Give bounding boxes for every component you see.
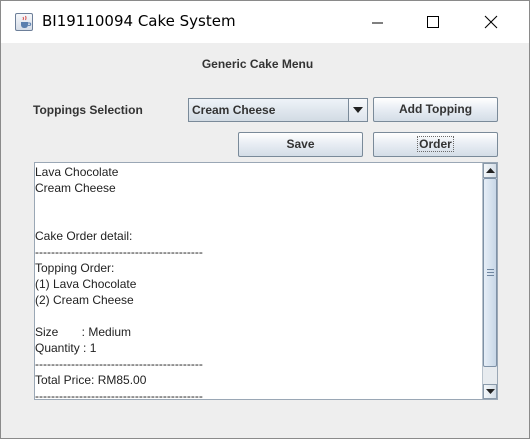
vertical-scrollbar[interactable] xyxy=(482,163,497,399)
order-output-textarea[interactable]: Lava Chocolate Cream Cheese Cake Order d… xyxy=(35,163,482,399)
output-line: ----------------------------------------… xyxy=(35,357,203,371)
content-panel: Generic Cake Menu Toppings Selection Cre… xyxy=(9,43,521,427)
output-line: Cake Order detail: xyxy=(35,229,133,243)
java-cup-icon xyxy=(15,13,33,31)
output-line: Total Price: RM85.00 xyxy=(35,373,147,387)
toppings-label: Toppings Selection xyxy=(33,103,143,117)
close-icon xyxy=(484,15,498,29)
menu-heading: Generic Cake Menu xyxy=(201,57,314,71)
window-title: BI19110094 Cake System xyxy=(42,12,236,30)
scrollbar-thumb[interactable] xyxy=(483,178,497,367)
chevron-down-icon xyxy=(353,107,363,113)
toppings-dropdown-value: Cream Cheese xyxy=(192,103,276,117)
title-bar[interactable]: BI19110094 Cake System xyxy=(1,1,529,43)
output-line: Size : Medium xyxy=(35,325,132,339)
output-line: Topping Order: xyxy=(35,261,115,275)
app-window: BI19110094 Cake System Generic Cake Menu… xyxy=(0,0,530,439)
close-button[interactable] xyxy=(463,1,519,43)
maximize-button[interactable] xyxy=(405,1,461,43)
toppings-dropdown-arrow[interactable] xyxy=(348,99,367,121)
arrow-down-icon xyxy=(486,389,495,394)
add-topping-button[interactable]: Add Topping xyxy=(373,97,498,122)
output-line: ----------------------------------------… xyxy=(35,389,203,399)
arrow-up-icon xyxy=(486,168,495,173)
output-line: Cream Cheese xyxy=(35,181,116,195)
order-button[interactable]: Order xyxy=(373,132,498,157)
output-line: Quantity : 1 xyxy=(35,341,97,355)
toppings-dropdown[interactable]: Cream Cheese xyxy=(188,98,368,122)
order-output-scrollpane[interactable]: Lava Chocolate Cream Cheese Cake Order d… xyxy=(34,162,498,400)
scrollbar-grip-icon xyxy=(487,269,494,276)
minimize-icon xyxy=(372,22,383,24)
maximize-icon xyxy=(427,16,439,28)
save-button[interactable]: Save xyxy=(238,132,363,157)
scroll-down-button[interactable] xyxy=(483,384,497,399)
minimize-button[interactable] xyxy=(349,1,405,43)
scroll-up-button[interactable] xyxy=(483,163,497,178)
order-button-label: Order xyxy=(417,136,454,152)
output-line: (2) Cream Cheese xyxy=(35,293,134,307)
output-line: ----------------------------------------… xyxy=(35,245,203,259)
output-line: (1) Lava Chocolate xyxy=(35,277,137,291)
output-line: Lava Chocolate xyxy=(35,165,119,179)
